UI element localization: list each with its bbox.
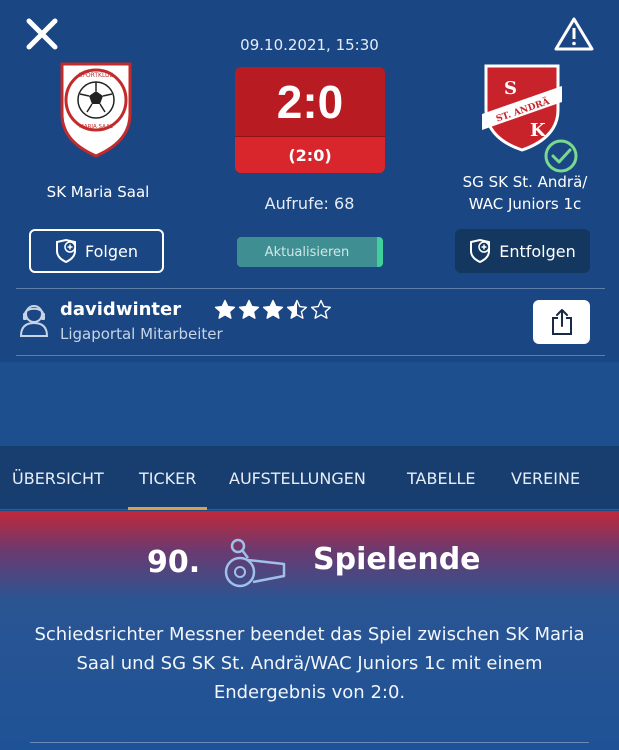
scoreboard: 2:0 (2:0) [235,67,385,173]
event-description: Schiedsrichter Messner beendet das Spiel… [34,624,585,703]
whistle-icon [218,536,290,590]
away-team-name-line2: WAC Juniors 1c [468,195,582,213]
match-datetime: 09.10.2021, 15:30 [240,36,379,54]
shield-plus-icon [55,239,76,263]
follow-label: Folgen [84,241,138,261]
reporter-name[interactable]: davidwinter [60,299,181,320]
event-title: Spielende [313,542,481,577]
home-team-crest[interactable]: SPORTKLUB MARIA SAAL [58,60,134,158]
star-icon [262,299,284,319]
svg-text:MARIA SAAL: MARIA SAAL [79,124,114,130]
follow-button[interactable]: Folgen [29,229,164,273]
halftime-score: (2:0) [235,137,385,173]
divider [16,288,605,289]
reporter-role: Ligaportal Mitarbeiter [60,325,223,343]
divider [16,355,605,356]
away-team-name-line1: SG SK St. Andrä/ [462,173,588,191]
blank-band [0,362,619,446]
away-team-name[interactable]: SG SK St. Andrä/ WAC Juniors 1c [440,171,610,215]
divider [30,742,589,743]
share-icon [551,309,572,335]
reporter-avatar-icon [18,302,50,338]
unfollow-label: Entfolgen [499,241,576,261]
star-icon [214,299,236,319]
tab-vereine[interactable]: VEREINE [511,446,580,510]
tab-bar: ÜBERSICHT TICKER AUFSTELLUNGEN TABELLE V… [0,446,619,510]
svg-text:SPORTKLUB: SPORTKLUB [78,72,113,79]
tab-ticker[interactable]: TICKER [128,446,208,510]
followed-check-icon [543,138,579,174]
rating-stars [214,299,332,321]
share-button[interactable] [533,300,590,344]
unfollow-button[interactable]: Entfolgen [455,229,590,273]
refresh-button[interactable]: Aktualisieren [237,237,383,267]
tab-aufstellungen[interactable]: AUFSTELLUNGEN [229,446,366,510]
tab-tabelle[interactable]: TABELLE [407,446,476,510]
score: 2:0 [235,67,385,137]
svg-text:S: S [504,78,517,99]
star-icon [310,299,332,319]
star-icon [286,299,308,319]
star-icon [238,299,260,319]
event-minute: 90. [147,545,201,580]
tab-uebersicht[interactable]: ÜBERSICHT [12,446,104,510]
shield-plus-icon [470,239,491,263]
